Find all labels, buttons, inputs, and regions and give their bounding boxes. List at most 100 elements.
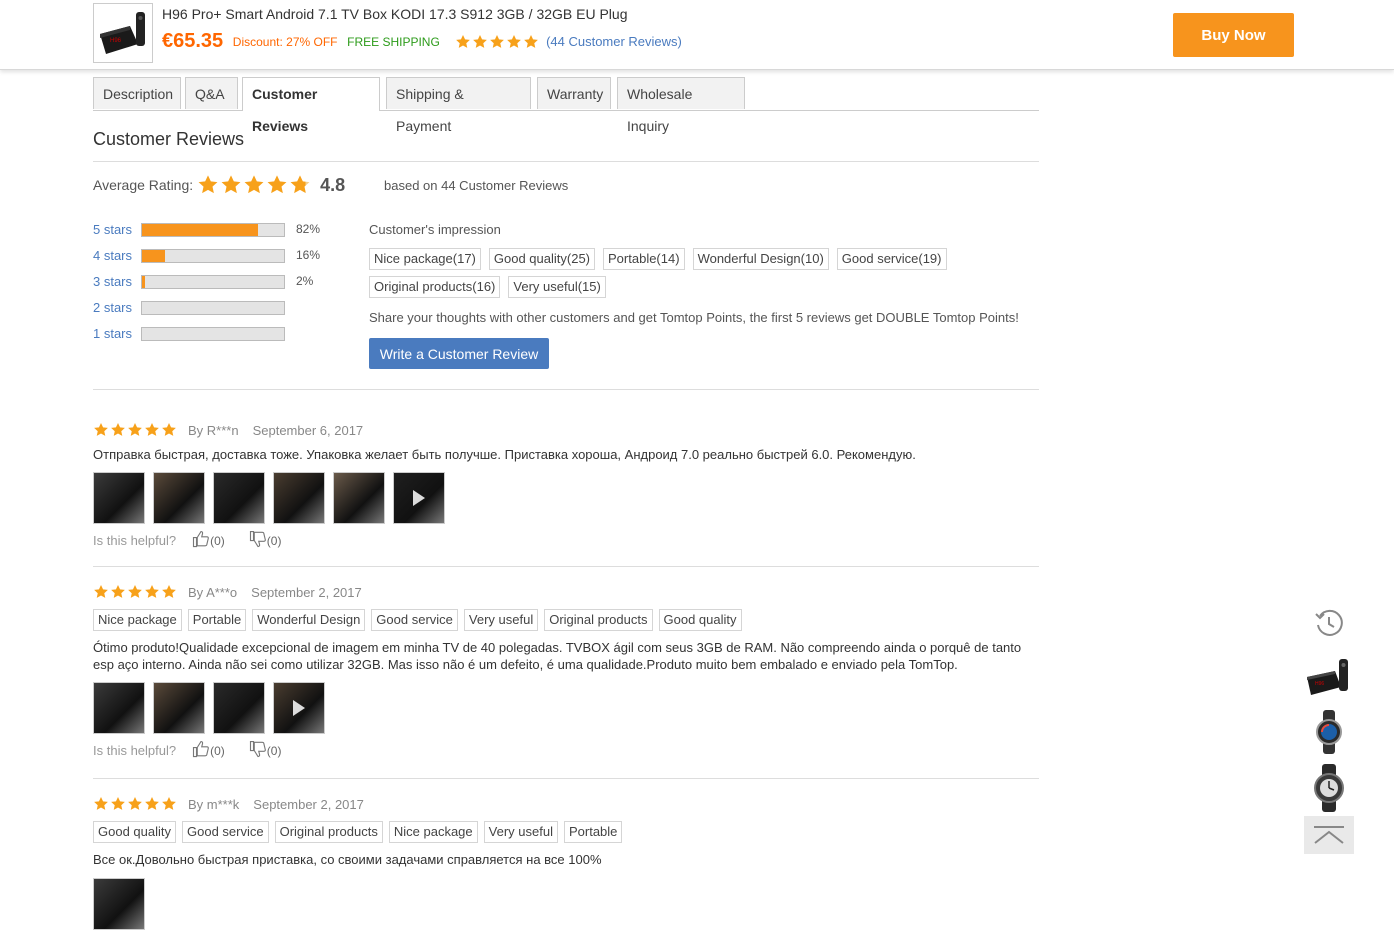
star-icon (111, 585, 125, 598)
rating-bar-3 (141, 275, 285, 289)
star-icon (456, 34, 471, 48)
product-thumbnail[interactable]: H96 (93, 3, 153, 63)
review-video-thumb[interactable] (393, 472, 445, 524)
tag[interactable]: Nice package(17) (369, 248, 481, 270)
review-photo-thumb[interactable] (333, 472, 385, 524)
thumbs-down-button[interactable]: (0) (249, 740, 281, 761)
review-photos (93, 682, 1039, 734)
tag[interactable]: Wonderful Design (252, 609, 366, 631)
helpful-row: Is this helpful? (0) (0) (93, 530, 1039, 551)
tab-warranty[interactable]: Warranty (537, 77, 611, 109)
tag[interactable]: Portable (187, 609, 247, 631)
star-icon (111, 797, 125, 810)
review-author: By m***k (188, 796, 240, 812)
tab-description[interactable]: Description (93, 77, 181, 109)
review-photo-thumb[interactable] (213, 472, 265, 524)
average-rating: Average Rating: 4.8 (93, 172, 345, 198)
thumbs-up-icon (192, 740, 210, 761)
share-prompt: Share your thoughts with other customers… (369, 310, 1019, 325)
tab-shipping-payment[interactable]: Shipping & Payment (386, 77, 531, 134)
thumbs-up-button[interactable]: (0) (192, 740, 225, 761)
rating-label-4[interactable]: 4 stars (93, 248, 132, 263)
star-icon (145, 585, 159, 598)
tab-wholesale-inquiry[interactable]: Wholesale Inquiry (617, 77, 745, 134)
tag[interactable]: Good service(19) (836, 248, 947, 270)
review-photo-thumb[interactable] (93, 682, 145, 734)
product-price: €65.35 (162, 30, 224, 52)
recent-product-watch-2[interactable] (1304, 762, 1354, 814)
review-photo-thumb[interactable] (213, 682, 265, 734)
tab-customer-reviews[interactable]: Customer Reviews (242, 77, 380, 134)
rating-row-4: 4 stars 16% (93, 248, 333, 264)
tag[interactable]: Very useful(15) (508, 276, 606, 298)
thumbs-up-icon (192, 530, 210, 551)
review-tags: Good quality Good service Original product… (93, 821, 1039, 843)
rating-label-3[interactable]: 3 stars (93, 274, 132, 289)
write-review-button[interactable]: Write a Customer Review (369, 338, 549, 369)
star-icon (145, 423, 159, 436)
reviews-count-link[interactable]: (44 Customer Reviews) (546, 34, 682, 49)
tag[interactable]: Wonderful Design(10) (692, 248, 829, 270)
rating-pct-4: 16% (296, 248, 321, 262)
tag[interactable]: Portable(14) (603, 248, 685, 270)
star-icon (524, 34, 539, 48)
review-video-thumb[interactable] (273, 682, 325, 734)
rating-row-5: 5 stars 82% (93, 222, 333, 238)
review-photo-thumb[interactable] (153, 472, 205, 524)
tag[interactable]: Good quality(25) (488, 248, 596, 270)
star-icon (128, 797, 142, 810)
review-photo-thumb[interactable] (93, 878, 145, 930)
rating-label-1[interactable]: 1 stars (93, 326, 132, 341)
thumbs-down-count: (0) (266, 533, 282, 548)
average-rating-stars (197, 174, 312, 196)
svg-text:H96: H96 (110, 38, 122, 44)
tab-qa[interactable]: Q&A (185, 77, 238, 109)
star-icon (162, 797, 176, 810)
tag[interactable]: Original products (544, 609, 653, 631)
svg-text:H96: H96 (1315, 681, 1324, 687)
tag[interactable]: Good quality (658, 609, 742, 631)
rating-label-2[interactable]: 2 stars (93, 300, 132, 315)
tag[interactable]: Very useful (483, 821, 558, 843)
rating-bar-2 (141, 301, 285, 315)
average-rating-value: 4.8 (320, 174, 346, 195)
average-rating-label: Average Rating: (93, 177, 194, 193)
rating-pct-5: 82% (296, 222, 321, 236)
tag[interactable]: Original products (274, 821, 383, 843)
tag[interactable]: Nice package (93, 609, 182, 631)
star-icon (94, 797, 108, 810)
review-photos (93, 472, 1039, 524)
rating-label-5[interactable]: 5 stars (93, 222, 132, 237)
helpful-row: Is this helpful? (0) (0) (93, 740, 1039, 761)
review-text: Отправка быстрая, доставка тоже. Упаковк… (93, 447, 916, 462)
tag[interactable]: Very useful (463, 609, 539, 631)
thumbs-up-button[interactable]: (0) (192, 530, 225, 551)
thumbs-up-count: (0) (210, 743, 225, 758)
star-icon (221, 175, 241, 194)
buy-now-button[interactable]: Buy Now (1173, 13, 1294, 57)
review-photo-thumb[interactable] (153, 682, 205, 734)
recent-product-tvbox[interactable]: H96 (1304, 654, 1354, 702)
tag[interactable]: Good quality (93, 821, 176, 843)
star-icon (94, 585, 108, 598)
thumbs-down-button[interactable]: (0) (249, 530, 282, 551)
tag[interactable]: Good service (371, 609, 458, 631)
review-photo-thumb[interactable] (93, 472, 145, 524)
tag[interactable]: Original products(16) (369, 276, 501, 298)
tag[interactable]: Good service (182, 821, 269, 843)
star-icon (145, 797, 159, 810)
product-title: H96 Pro+ Smart Android 7.1 TV Box KODI 1… (162, 6, 628, 22)
star-icon (198, 175, 218, 194)
tag[interactable]: Portable (563, 821, 623, 843)
play-icon (293, 700, 305, 716)
helpful-label: Is this helpful? (93, 533, 177, 548)
review-photo-thumb[interactable] (273, 472, 325, 524)
review-stars (93, 584, 178, 600)
back-to-top-button[interactable] (1304, 816, 1354, 854)
play-icon (413, 490, 425, 506)
thumbs-down-icon (249, 740, 267, 761)
tag[interactable]: Nice package (388, 821, 478, 843)
recent-product-watch-1[interactable] (1304, 708, 1354, 756)
star-icon (267, 175, 287, 194)
history-icon[interactable] (1304, 600, 1354, 646)
